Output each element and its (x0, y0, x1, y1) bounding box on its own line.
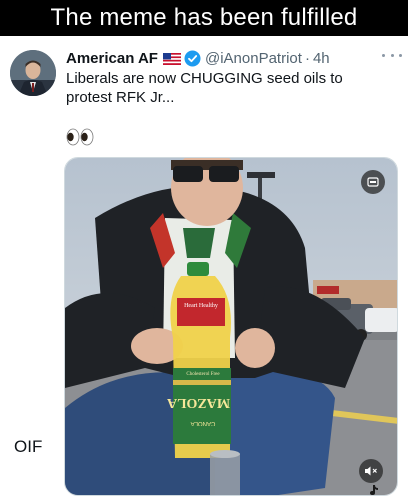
verified-icon (184, 50, 201, 67)
flag-icon (162, 52, 181, 65)
eyes-emoji (66, 128, 96, 146)
tweet-media-video[interactable]: Heart Healthy Cholesterol Free MAZOLA CA… (64, 157, 398, 496)
handle[interactable]: @iAnonPatriot (205, 50, 302, 67)
meme-caption-bar: The meme has been fulfilled (0, 0, 408, 36)
mute-icon[interactable] (359, 459, 383, 483)
tweet-text: Liberals are now CHUGGING seed oils to p… (66, 70, 343, 106)
avatar[interactable] (10, 50, 56, 96)
side-label: OIF (14, 437, 43, 456)
separator: · (304, 49, 310, 67)
display-name[interactable]: American AF (66, 50, 158, 67)
more-icon[interactable] (382, 48, 402, 62)
bottle-bottom-label: CANOLA (190, 420, 216, 426)
bottle-sub-label: Cholesterol Free (186, 372, 220, 377)
meme-caption: The meme has been fulfilled (50, 4, 358, 31)
timestamp[interactable]: 4h (313, 50, 330, 67)
gif-icon[interactable] (361, 170, 385, 194)
bottle-top-label: Heart Healthy (184, 303, 218, 309)
bottle-brand: MAZOLA (167, 395, 230, 410)
tweet-header: American AF @iAnonPatriot · 4h (66, 48, 398, 68)
tiktok-icon (367, 485, 381, 495)
